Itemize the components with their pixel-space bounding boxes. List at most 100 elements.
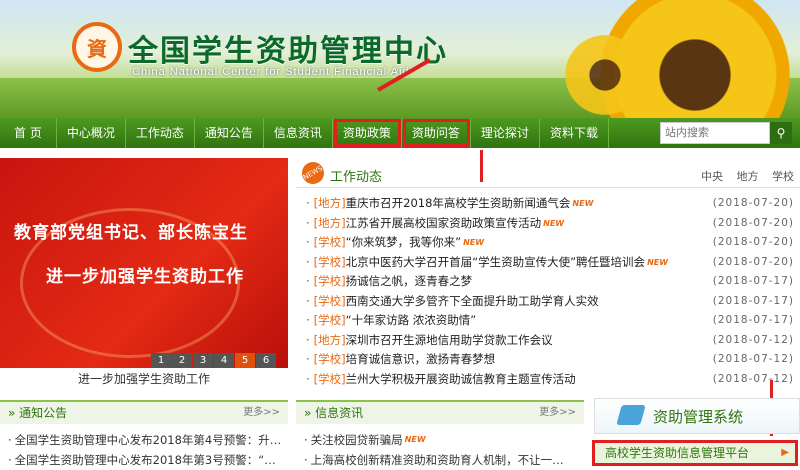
list-item[interactable]: 关注校园贷新骗局NEW xyxy=(304,430,584,450)
main-nav: 首 页 中心概况 工作动态 通知公告 信息资讯 资助政策 资助问答 理论探讨 资… xyxy=(0,118,800,148)
news-date: (2018-07-17) xyxy=(712,314,794,326)
platform-link[interactable]: 高校学生资助信息管理平台 ▶ xyxy=(592,440,798,466)
news-list: [地方]重庆市召开2018年高校学生资助新闻通气会NEW(2018-07-20)… xyxy=(306,194,796,389)
news-item[interactable]: [学校]扬诚信之帆，逐青春之梦 (2018-07-17) xyxy=(306,272,796,292)
header-banner: 資 全国学生资助管理中心 China National Center for S… xyxy=(0,0,800,118)
carousel-page[interactable]: 6 xyxy=(256,353,276,368)
news-item-title[interactable]: 扬诚信之帆，逐青春之梦 xyxy=(346,274,473,288)
search-input[interactable] xyxy=(660,122,770,144)
carousel[interactable]: 教育部党组书记、部长陈宝生 进一步加强学生资助工作 xyxy=(0,158,288,368)
news-item[interactable]: [学校]兰州大学积极开展资助诚信教育主题宣传活动 (2018-07-12) xyxy=(306,370,796,390)
news-date: (2018-07-20) xyxy=(712,216,794,229)
nav-notices[interactable]: 通知公告 xyxy=(195,118,264,148)
nav-policy[interactable]: 资助政策 xyxy=(333,118,402,148)
list-item[interactable]: 全国学生资助管理中心发布2018年第4号预警：升… xyxy=(8,430,286,450)
news-item[interactable]: [学校]培育诚信意识，激扬青春梦想 (2018-07-12) xyxy=(306,350,796,370)
news-item-title[interactable]: 北京中医药大学召开首届“学生资助宣传大使”聘任暨培训会 xyxy=(346,255,645,269)
system-title: 资助管理系统 xyxy=(653,408,744,426)
news-item-title[interactable]: 兰州大学积极开展资助诚信教育主题宣传活动 xyxy=(346,372,576,386)
news-category[interactable]: [地方] xyxy=(314,216,346,230)
news-item[interactable]: [地方]深圳市召开生源地信用助学贷款工作会议 (2018-07-12) xyxy=(306,331,796,351)
list-item[interactable]: 上海高校创新精准资助和资助育人机制，不让一… xyxy=(304,450,584,470)
news-item[interactable]: [学校]北京中医药大学召开首届“学生资助宣传大使”聘任暨培训会NEW (2018-… xyxy=(306,253,796,273)
news-category[interactable]: [地方] xyxy=(314,333,346,347)
news-item[interactable]: [地方]重庆市召开2018年高校学生资助新闻通气会NEW (2018-07-20) xyxy=(306,194,796,214)
notices-more-link[interactable]: 更多>> xyxy=(243,402,280,424)
news-date: (2018-07-20) xyxy=(712,197,794,209)
tab-central[interactable]: 中央 xyxy=(701,170,723,183)
news-category[interactable]: [地方] xyxy=(314,196,346,210)
news-item[interactable]: [学校]“十年家访路 浓浓资助情” (2018-07-17) xyxy=(306,311,796,331)
carousel-headline-1: 教育部党组书记、部长陈宝生 xyxy=(14,223,248,243)
nav-info[interactable]: 信息资讯 xyxy=(264,118,333,148)
news-item-title[interactable]: “你来筑梦，我等你来” xyxy=(346,235,461,249)
info-header: » 信息资讯 更多>> xyxy=(296,400,584,424)
news-item-title[interactable]: 培育诚信意识，激扬青春梦想 xyxy=(346,352,496,366)
site-subtitle: China National Center for Student Financ… xyxy=(132,66,410,78)
news-category[interactable]: [学校] xyxy=(314,313,346,327)
nav-home[interactable]: 首 页 xyxy=(0,118,57,148)
news-category[interactable]: [学校] xyxy=(314,255,346,269)
new-badge: NEW xyxy=(404,435,426,444)
info-title[interactable]: 信息资讯 xyxy=(315,406,363,420)
news-date: (2018-07-17) xyxy=(712,294,794,307)
news-item[interactable]: [地方]江苏省开展高校国家资助政策宣传活动NEW (2018-07-20) xyxy=(306,214,796,234)
carousel-caption[interactable]: 进一步加强学生资助工作 xyxy=(0,370,288,388)
news-header: NEWS 工作动态 中央 地方 学校 xyxy=(296,157,800,189)
nav-downloads[interactable]: 资料下载 xyxy=(540,118,609,148)
news-title[interactable]: 工作动态 xyxy=(330,166,382,185)
news-date: (2018-07-12) xyxy=(712,333,794,346)
news-panel: NEWS 工作动态 中央 地方 学校 [地方]重庆市召开2018年高校学生资助新… xyxy=(296,157,800,389)
new-badge: NEW xyxy=(647,257,669,267)
nav-qa[interactable]: 资助问答 xyxy=(402,118,471,148)
carousel-page[interactable]: 3 xyxy=(193,353,213,368)
chevrons-icon: » xyxy=(304,406,316,420)
carousel-pager: 1 2 3 4 5 6 xyxy=(150,353,276,368)
news-date: (2018-07-12) xyxy=(712,372,794,385)
news-item-title[interactable]: 深圳市召开生源地信用助学贷款工作会议 xyxy=(346,333,553,347)
tab-local[interactable]: 地方 xyxy=(737,170,759,183)
carousel-page[interactable]: 2 xyxy=(172,353,192,368)
news-category[interactable]: [学校] xyxy=(314,274,346,288)
system-box[interactable]: 资助管理系统 xyxy=(594,398,800,434)
news-tabs: 中央 地方 学校 xyxy=(691,168,794,184)
news-category[interactable]: [学校] xyxy=(314,352,346,366)
search-icon[interactable]: ⚲ xyxy=(770,122,792,144)
new-badge: NEW xyxy=(572,199,594,208)
site-logo[interactable]: 資 xyxy=(72,22,122,72)
list-item-text: 关注校园贷新骗局 xyxy=(310,433,403,447)
info-more-link[interactable]: 更多>> xyxy=(539,402,576,424)
sunflower-image-small xyxy=(560,30,650,118)
news-item-title[interactable]: 重庆市召开2018年高校学生资助新闻通气会 xyxy=(346,196,571,210)
new-badge: NEW xyxy=(463,238,485,247)
new-badge: NEW xyxy=(543,218,565,228)
news-date: (2018-07-20) xyxy=(712,255,794,268)
news-item-title[interactable]: “十年家访路 浓浓资助情” xyxy=(346,313,477,327)
news-date: (2018-07-12) xyxy=(712,353,794,365)
info-list: 关注校园贷新骗局NEW 上海高校创新精准资助和资助育人机制，不让一… xyxy=(304,430,584,470)
nav-theory[interactable]: 理论探讨 xyxy=(471,118,540,148)
list-item[interactable]: 全国学生资助管理中心发布2018年第3号预警：“… xyxy=(8,450,286,470)
chevrons-icon: » xyxy=(8,406,20,420)
news-category[interactable]: [学校] xyxy=(314,235,346,249)
news-category[interactable]: [学校] xyxy=(314,372,346,386)
platform-label: 高校学生资助信息管理平台 xyxy=(605,446,750,460)
news-date: (2018-07-20) xyxy=(712,236,794,248)
site-title: 全国学生资助管理中心 xyxy=(128,34,448,69)
notices-header: » 通知公告 更多>> xyxy=(0,400,288,424)
news-badge-icon: NEWS xyxy=(297,157,329,189)
news-date: (2018-07-17) xyxy=(712,275,794,287)
news-category[interactable]: [学校] xyxy=(314,294,346,308)
tab-school[interactable]: 学校 xyxy=(772,170,794,183)
notices-title[interactable]: 通知公告 xyxy=(19,406,67,420)
news-item-title[interactable]: 江苏省开展高校国家资助政策宣传活动 xyxy=(346,216,542,230)
nav-work-updates[interactable]: 工作动态 xyxy=(126,118,195,148)
news-item-title[interactable]: 西南交通大学多管齐下全面提升助工助学育人实效 xyxy=(346,294,599,308)
news-item[interactable]: [学校]西南交通大学多管齐下全面提升助工助学育人实效 (2018-07-17) xyxy=(306,292,796,312)
nav-about[interactable]: 中心概况 xyxy=(57,118,126,148)
carousel-page[interactable]: 1 xyxy=(151,353,171,368)
notices-list: 全国学生资助管理中心发布2018年第4号预警：升… 全国学生资助管理中心发布20… xyxy=(8,430,286,470)
carousel-page-active[interactable]: 5 xyxy=(235,353,255,368)
news-item[interactable]: [学校]“你来筑梦，我等你来”NEW (2018-07-20) xyxy=(306,233,796,253)
carousel-page[interactable]: 4 xyxy=(214,353,234,368)
